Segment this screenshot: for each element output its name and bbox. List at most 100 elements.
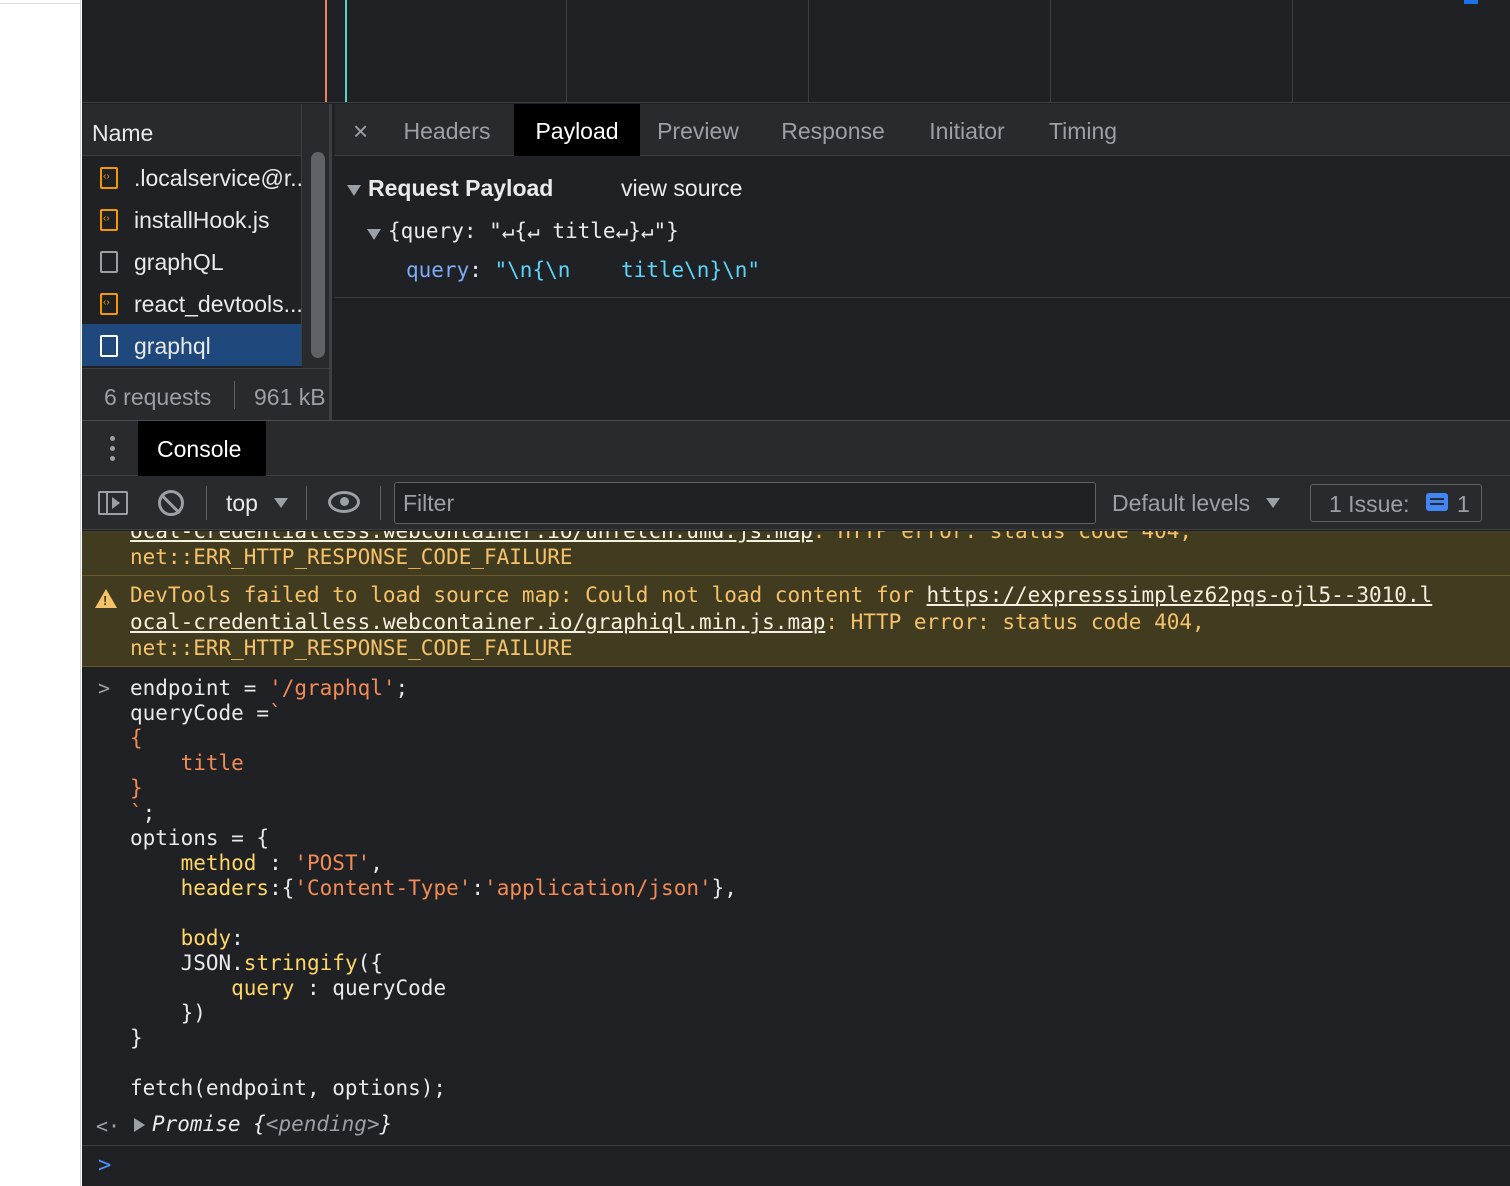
result-arrow-icon: <· bbox=[96, 1114, 121, 1138]
name-header-label: Name bbox=[92, 120, 154, 146]
toolbar-divider bbox=[380, 486, 381, 520]
show-sidebar-icon[interactable] bbox=[98, 491, 128, 515]
network-summary: 6 requests 961 kB bbox=[82, 368, 332, 420]
request-row[interactable]: installHook.js bbox=[82, 198, 302, 240]
chevron-down-icon[interactable] bbox=[1266, 498, 1280, 508]
warning-text: ocal-credentialless.webcontainer.io/grap… bbox=[130, 610, 1205, 634]
console-prompt-icon[interactable]: > bbox=[98, 1153, 111, 1178]
code-line: options = { bbox=[130, 826, 270, 850]
console-warning: DevTools failed to load source map: Coul… bbox=[82, 576, 1510, 667]
code-line: headers:{'Content-Type':'application/jso… bbox=[130, 876, 737, 900]
payload-title[interactable]: Request Payload bbox=[368, 175, 553, 202]
page-left-edge bbox=[0, 0, 81, 1186]
request-name: graphQL bbox=[134, 249, 224, 275]
warning-text: DevTools failed to load source map: Coul… bbox=[130, 583, 1432, 607]
code-line: queryCode =` bbox=[130, 701, 282, 725]
payload-property: query: "\n{\n title\n}\n" bbox=[406, 258, 760, 282]
script-file-icon bbox=[100, 209, 118, 231]
code-line: } bbox=[130, 776, 143, 800]
warning-message: DevTools failed to load source map: Coul… bbox=[130, 583, 927, 607]
domcontentloaded-marker bbox=[325, 0, 327, 102]
console-input-entry[interactable]: > endpoint = '/graphql'; queryCode =` { … bbox=[82, 668, 1510, 1108]
drawer-tabbar: Console bbox=[82, 420, 1510, 476]
clear-console-icon[interactable] bbox=[158, 490, 184, 516]
script-file-icon bbox=[100, 167, 118, 189]
log-levels-dropdown[interactable]: Default levels bbox=[1112, 490, 1250, 517]
expand-triangle-icon[interactable] bbox=[134, 1118, 145, 1132]
document-file-icon bbox=[100, 251, 118, 273]
filter-input[interactable] bbox=[394, 482, 1096, 524]
context-selector[interactable]: top bbox=[226, 490, 258, 517]
request-row[interactable]: .localservice@r... bbox=[82, 156, 302, 198]
request-row[interactable]: graphQL bbox=[82, 240, 302, 282]
live-expression-eye-icon[interactable] bbox=[328, 491, 360, 513]
message-icon bbox=[1426, 493, 1448, 511]
issues-label: 1 Issue: bbox=[1329, 491, 1410, 517]
code-line: }) bbox=[130, 1001, 206, 1025]
toolbar-divider bbox=[206, 486, 207, 520]
code-line: query : queryCode bbox=[130, 976, 447, 1000]
name-column-header[interactable]: Name bbox=[82, 104, 302, 156]
page-divider bbox=[0, 0, 80, 4]
source-map-link[interactable]: ocal-credentialless.webcontainer.io/grap… bbox=[130, 610, 825, 634]
request-list: Name .localservice@r... installHook.js g… bbox=[82, 104, 332, 420]
warning-icon bbox=[95, 589, 117, 608]
transfer-size: 961 kB bbox=[254, 384, 326, 410]
load-marker bbox=[345, 0, 347, 102]
view-source-link[interactable]: view source bbox=[621, 175, 742, 202]
code-line: JSON.stringify({ bbox=[130, 951, 383, 975]
source-map-link[interactable]: https://expresssimplez62pqs-ojl5--3010.l bbox=[927, 583, 1433, 607]
promise-result[interactable]: Promise {<pending>} bbox=[152, 1112, 392, 1136]
tab-timing[interactable]: Timing bbox=[1028, 104, 1138, 156]
code-line: { bbox=[130, 726, 143, 750]
request-count: 6 requests bbox=[104, 384, 212, 410]
request-name: .localservice@r... bbox=[134, 165, 302, 191]
payload-object-preview[interactable]: {query: "↵{↵ title↵}↵"} bbox=[388, 219, 679, 243]
close-detail-button[interactable]: × bbox=[353, 116, 368, 147]
console-result[interactable]: <· Promise {<pending>} bbox=[82, 1106, 1510, 1146]
code-line: method : 'POST', bbox=[130, 851, 383, 875]
request-detail-panel: × Headers Payload Preview Response Initi… bbox=[335, 104, 1510, 420]
waterfall-bar bbox=[1464, 0, 1478, 4]
warning-error-code: net::ERR_HTTP_RESPONSE_CODE_FAILURE bbox=[130, 545, 573, 569]
network-waterfall[interactable] bbox=[82, 0, 1510, 103]
warning-text: ocal-credentialless.webcontainer.io/unfe… bbox=[130, 531, 1192, 543]
tab-console[interactable]: Console bbox=[138, 421, 266, 476]
expand-triangle-icon[interactable] bbox=[367, 229, 381, 240]
tab-response[interactable]: Response bbox=[760, 104, 906, 156]
devtools-panel: Name .localservice@r... installHook.js g… bbox=[82, 0, 1510, 1186]
warning-detail: : HTTP error: status code 404, bbox=[812, 531, 1193, 543]
toolbar-divider bbox=[306, 486, 307, 520]
code-line: body: bbox=[130, 926, 244, 950]
source-map-link[interactable]: ocal-credentialless.webcontainer.io/unfe… bbox=[130, 531, 813, 543]
script-file-icon bbox=[100, 293, 118, 315]
request-row-selected[interactable]: graphql bbox=[82, 324, 302, 366]
console-warning: ocal-credentialless.webcontainer.io/unfe… bbox=[82, 531, 1510, 576]
input-prompt-icon: > bbox=[98, 676, 111, 700]
more-tools-icon[interactable] bbox=[110, 436, 120, 466]
tab-preview[interactable]: Preview bbox=[642, 104, 754, 156]
issues-count: 1 bbox=[1457, 491, 1470, 517]
tab-headers[interactable]: Headers bbox=[387, 104, 507, 156]
tab-initiator[interactable]: Initiator bbox=[914, 104, 1020, 156]
request-name: installHook.js bbox=[134, 207, 270, 233]
request-payload-section: Request Payload view source {query: "↵{↵… bbox=[335, 157, 1510, 298]
summary-divider bbox=[234, 381, 235, 409]
tab-payload[interactable]: Payload bbox=[514, 104, 640, 156]
request-row[interactable]: react_devtools... bbox=[82, 282, 302, 324]
request-name: graphql bbox=[134, 333, 211, 359]
request-list-scrollbar[interactable] bbox=[302, 104, 332, 368]
issues-button[interactable]: 1 Issue: 1 bbox=[1310, 484, 1482, 522]
collapse-triangle-icon[interactable] bbox=[347, 185, 361, 196]
code-line: fetch(endpoint, options); bbox=[130, 1076, 447, 1100]
chevron-down-icon[interactable] bbox=[274, 498, 288, 508]
warning-error-code: net::ERR_HTTP_RESPONSE_CODE_FAILURE bbox=[130, 636, 573, 660]
scrollbar-thumb[interactable] bbox=[311, 152, 325, 358]
waterfall-gridline bbox=[1050, 0, 1051, 102]
code-line: `; bbox=[130, 801, 156, 825]
code-line: } bbox=[130, 1026, 143, 1050]
waterfall-gridline bbox=[808, 0, 809, 102]
waterfall-gridline bbox=[566, 0, 567, 102]
waterfall-gridline bbox=[1292, 0, 1293, 102]
property-key: query bbox=[406, 258, 470, 282]
